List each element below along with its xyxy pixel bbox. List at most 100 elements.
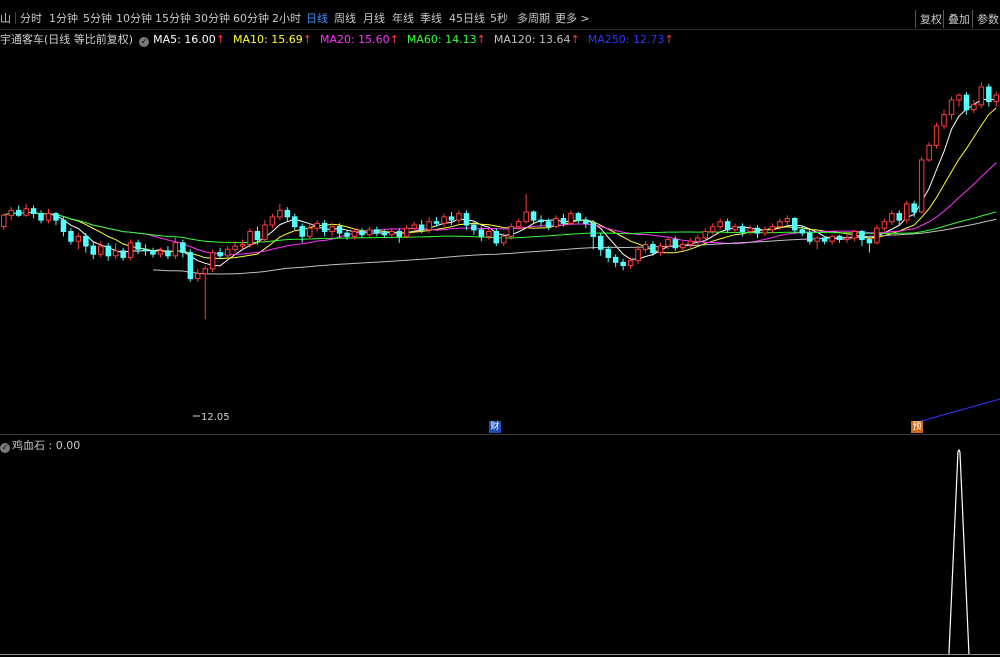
period-toolbar: 山分时 1分钟 5分钟 10分钟 15分钟 30分钟 60分钟 2小时 日线 周线 月线 年线 季线 45… xyxy=(0,0,1000,30)
candle xyxy=(799,229,805,234)
candle xyxy=(314,222,320,229)
tab-period-8[interactable]: 日线 xyxy=(306,10,328,26)
candle xyxy=(83,235,89,247)
tab-separator xyxy=(15,12,16,24)
candle xyxy=(120,250,126,258)
forecast-mark[interactable]: 预 xyxy=(911,421,923,433)
tab-period-11[interactable]: 年线 xyxy=(392,10,414,26)
tab-period-12[interactable]: 季线 xyxy=(420,10,442,26)
tab-period-16[interactable]: 更多 > xyxy=(555,10,590,26)
tab-period-15[interactable]: 多周期 xyxy=(517,10,550,26)
indicator-settings-icon[interactable]: ✓ xyxy=(0,443,10,453)
right-button-0[interactable]: 复权 xyxy=(920,11,942,27)
candle xyxy=(127,242,134,258)
up-arrow-icon: ↑ xyxy=(302,33,312,46)
candle xyxy=(321,222,328,232)
candle xyxy=(792,218,798,231)
candle xyxy=(881,221,888,229)
candle xyxy=(583,219,589,224)
chart-type-icon[interactable]: 山 xyxy=(0,10,11,26)
candle xyxy=(538,219,544,223)
candle xyxy=(404,227,410,237)
candle xyxy=(702,231,708,239)
candle xyxy=(135,242,141,250)
candle xyxy=(844,237,850,241)
candle xyxy=(508,226,514,237)
candle xyxy=(112,250,119,257)
candle xyxy=(336,226,343,234)
candle xyxy=(38,213,44,221)
bottom-border xyxy=(0,654,1000,655)
candle xyxy=(299,226,305,237)
tab-period-3[interactable]: 10分钟 xyxy=(116,10,152,26)
candlestick-chart[interactable] xyxy=(0,46,1000,434)
candle xyxy=(493,231,499,244)
legend-value: MA120: 13.64 xyxy=(493,33,571,46)
tab-period-13[interactable]: 45日线 xyxy=(449,10,485,26)
indicator-chart[interactable] xyxy=(0,436,1000,657)
tab-period-6[interactable]: 60分钟 xyxy=(233,10,269,26)
candle xyxy=(911,203,917,213)
candle xyxy=(553,218,559,228)
right-button-2[interactable]: 参数 xyxy=(977,11,999,27)
candle xyxy=(8,209,14,216)
candle xyxy=(172,242,179,257)
candle xyxy=(448,216,455,221)
tab-period-14[interactable]: 5秒 xyxy=(490,10,508,26)
tab-period-10[interactable]: 月线 xyxy=(363,10,385,26)
candle xyxy=(463,213,470,226)
candle xyxy=(232,245,238,250)
candle xyxy=(963,94,970,111)
tab-period-0[interactable]: 分时 xyxy=(20,10,42,26)
candle xyxy=(478,229,485,237)
candle xyxy=(762,229,768,234)
candle xyxy=(784,218,791,223)
right-button-separator xyxy=(972,10,973,28)
candle xyxy=(575,213,582,221)
legend-value: MA5: 16.00 xyxy=(153,33,216,46)
candle xyxy=(530,211,537,221)
candle xyxy=(359,231,365,236)
candle xyxy=(105,245,111,257)
financial-report-mark[interactable]: 财 xyxy=(489,421,501,433)
tab-period-5[interactable]: 30分钟 xyxy=(194,10,230,26)
candle xyxy=(433,221,440,224)
tab-period-7[interactable]: 2小时 xyxy=(272,10,301,26)
ma-legend: 宇通客车(日线 等比前复权) ✓ MA5: 16.00↑ MA10: 15.69↑ MA… xyxy=(0,31,674,47)
up-arrow-icon: ↑ xyxy=(570,33,580,46)
candle xyxy=(277,209,283,218)
candle xyxy=(933,125,940,146)
candle xyxy=(777,221,783,228)
candle xyxy=(150,250,156,255)
candle xyxy=(687,240,694,245)
tab-period-1[interactable]: 1分钟 xyxy=(49,10,78,26)
candle xyxy=(381,232,388,236)
candle xyxy=(23,208,29,216)
candle xyxy=(75,235,82,242)
candle xyxy=(635,248,641,262)
candle xyxy=(389,231,395,236)
tab-period-4[interactable]: 15分钟 xyxy=(155,10,191,26)
candle xyxy=(807,232,813,242)
candle xyxy=(657,245,664,254)
tab-period-2[interactable]: 5分钟 xyxy=(83,10,112,26)
candle xyxy=(941,114,947,127)
candle xyxy=(851,231,858,239)
candle xyxy=(30,208,37,215)
candle xyxy=(45,213,52,221)
candle xyxy=(254,231,261,241)
candle xyxy=(262,224,268,241)
legend-item-ma20: MA20: 15.60↑ xyxy=(320,33,399,46)
indicator-spike xyxy=(948,448,970,655)
legend-value: MA10: 15.69 xyxy=(233,33,303,46)
candle xyxy=(374,229,380,234)
legend-item-ma10: MA10: 15.69↑ xyxy=(233,33,312,46)
candle xyxy=(142,248,149,252)
right-button-1[interactable]: 叠加 xyxy=(948,11,970,27)
right-button-separator xyxy=(943,10,944,28)
candle xyxy=(739,226,746,233)
candle xyxy=(202,268,208,275)
candle xyxy=(948,99,955,116)
tab-period-9[interactable]: 周线 xyxy=(334,10,356,26)
indicator-label: 鸡血石 : 0.00 xyxy=(12,439,81,452)
